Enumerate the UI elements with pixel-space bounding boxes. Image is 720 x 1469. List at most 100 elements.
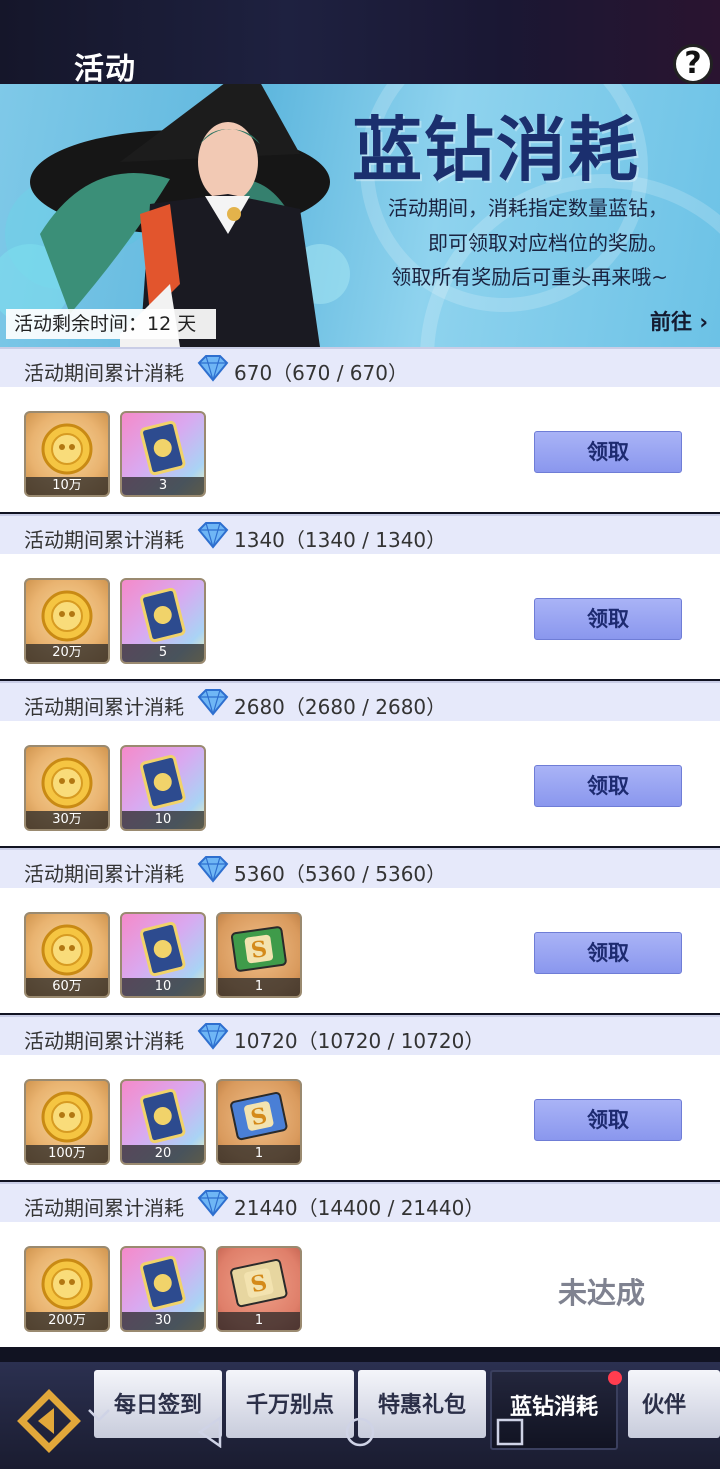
reward-quantity: 20 <box>122 1145 204 1163</box>
card-icon <box>122 914 204 984</box>
reward-tier-card: 活动期间累计消耗 1340（1340 / 1340） 20万 5 领取 <box>0 514 720 679</box>
card-icon <box>122 580 204 650</box>
reward-tier-card: 活动期间累计消耗 670（670 / 670） 10万 3 领取 <box>0 347 720 512</box>
reward-quantity: 20万 <box>26 644 108 662</box>
tab-partner[interactable]: 伙伴 <box>628 1370 720 1438</box>
card-icon <box>122 1081 204 1151</box>
gold-coin-icon <box>26 1248 108 1318</box>
reward-item[interactable]: 30万 <box>24 745 110 831</box>
tier-header: 活动期间累计消耗 2680（2680 / 2680） <box>0 683 720 721</box>
tier-progress: 10720（10720 / 10720） <box>234 1029 485 1053</box>
notification-badge <box>608 1371 622 1385</box>
banner-description-line: 活动期间，消耗指定数量蓝钻， <box>388 196 668 220</box>
reward-item[interactable]: 20 <box>120 1079 206 1165</box>
reward-item[interactable]: S1 <box>216 1246 302 1332</box>
card-icon <box>122 1248 204 1318</box>
blue-diamond-icon <box>197 355 229 382</box>
top-bar: 活动 ? <box>0 0 720 87</box>
reward-quantity: 1 <box>218 1145 300 1163</box>
gold-coin-icon <box>26 580 108 650</box>
claim-button[interactable]: 领取 <box>534 765 682 807</box>
tier-label: 活动期间累计消耗 <box>24 528 184 552</box>
tier-header: 活动期间累计消耗 670（670 / 670） <box>0 349 720 387</box>
tier-header: 活动期间累计消耗 1340（1340 / 1340） <box>0 516 720 554</box>
reward-quantity: 5 <box>122 644 204 662</box>
banner-heading: 蓝钻消耗 <box>352 108 640 191</box>
nav-back-icon[interactable] <box>196 1416 224 1448</box>
card-icon <box>122 747 204 817</box>
reward-item[interactable]: 20万 <box>24 578 110 664</box>
tier-progress: 5360（5360 / 5360） <box>234 862 447 886</box>
character-illustration <box>0 84 350 347</box>
blue-diamond-icon <box>197 1023 229 1050</box>
tier-progress: 2680（2680 / 2680） <box>234 695 447 719</box>
card-icon <box>122 413 204 483</box>
tier-progress: 1340（1340 / 1340） <box>234 528 447 552</box>
blue-diamond-icon <box>197 522 229 549</box>
not-reached-label: 未达成 <box>558 1276 646 1310</box>
gold-coin-icon <box>26 914 108 984</box>
claim-button[interactable]: 领取 <box>534 932 682 974</box>
tier-progress: 21440（14400 / 21440） <box>234 1196 485 1220</box>
reward-tier-card: 活动期间累计消耗 10720（10720 / 10720） 100万 20 S 1 领取 <box>0 1015 720 1180</box>
banner-description-line: 即可领取对应档位的奖励。 <box>428 231 668 255</box>
tab-dont-click[interactable]: 千万别点 <box>226 1370 354 1438</box>
reward-quantity: 100万 <box>26 1145 108 1163</box>
tier-header: 活动期间累计消耗 21440（14400 / 21440） <box>0 1184 720 1222</box>
reward-item[interactable]: 3 <box>120 411 206 497</box>
blue-diamond-icon <box>197 856 229 883</box>
gold-coin-icon <box>26 1081 108 1151</box>
reward-item[interactable]: 5 <box>120 578 206 664</box>
reward-quantity: 30 <box>122 1312 204 1330</box>
reward-quantity: 3 <box>122 477 204 495</box>
claim-button[interactable]: 领取 <box>534 598 682 640</box>
reward-item[interactable]: 100万 <box>24 1079 110 1165</box>
back-icon[interactable] <box>14 1388 84 1454</box>
reward-tier-card: 活动期间累计消耗 21440（14400 / 21440） 200万 30 S 1 未达成 <box>0 1182 720 1347</box>
skill-book-rainbow-icon: S <box>218 1248 300 1318</box>
gold-coin-icon <box>26 747 108 817</box>
tier-progress: 670（670 / 670） <box>234 361 408 385</box>
reward-item[interactable]: 30 <box>120 1246 206 1332</box>
reward-quantity: 60万 <box>26 978 108 996</box>
claim-button[interactable]: 领取 <box>534 1099 682 1141</box>
reward-tier-card: 活动期间累计消耗 2680（2680 / 2680） 30万 10 领取 <box>0 681 720 846</box>
goto-link[interactable]: 前往 › <box>650 306 708 336</box>
reward-quantity: 30万 <box>26 811 108 829</box>
gold-coin-icon <box>26 413 108 483</box>
chevron-down-icon[interactable] <box>86 1400 112 1430</box>
tier-label: 活动期间累计消耗 <box>24 1196 184 1220</box>
event-banner: 蓝钻消耗 活动期间，消耗指定数量蓝钻， 即可领取对应档位的奖励。 领取所有奖励后… <box>0 84 720 347</box>
banner-description-line: 领取所有奖励后可重头再来哦~ <box>391 265 668 289</box>
reward-item[interactable]: 10万 <box>24 411 110 497</box>
reward-item[interactable]: S1 <box>216 1079 302 1165</box>
skill-book-blue-icon: S <box>218 1081 300 1151</box>
blue-diamond-icon <box>197 1190 229 1217</box>
reward-quantity: 1 <box>218 1312 300 1330</box>
tier-label: 活动期间累计消耗 <box>24 361 184 385</box>
claim-button[interactable]: 领取 <box>534 431 682 473</box>
remaining-time: 活动剩余时间：12 天 <box>6 309 216 339</box>
nav-home-icon[interactable] <box>344 1416 376 1448</box>
reward-item[interactable]: 200万 <box>24 1246 110 1332</box>
tab-special-pack[interactable]: 特惠礼包 <box>358 1370 486 1438</box>
reward-item[interactable]: 10 <box>120 745 206 831</box>
tier-label: 活动期间累计消耗 <box>24 695 184 719</box>
nav-recents-icon[interactable] <box>496 1418 524 1446</box>
reward-quantity: 10 <box>122 811 204 829</box>
reward-tier-card: 活动期间累计消耗 5360（5360 / 5360） 60万 10 S 1 领取 <box>0 848 720 1013</box>
tier-label: 活动期间累计消耗 <box>24 862 184 886</box>
chevron-right-icon: › <box>699 310 708 334</box>
reward-item[interactable]: S1 <box>216 912 302 998</box>
reward-quantity: 10 <box>122 978 204 996</box>
reward-item[interactable]: 60万 <box>24 912 110 998</box>
blue-diamond-icon <box>197 689 229 716</box>
help-icon[interactable]: ? <box>673 44 713 84</box>
reward-quantity: 200万 <box>26 1312 108 1330</box>
goto-label: 前往 <box>650 310 692 334</box>
reward-item[interactable]: 10 <box>120 912 206 998</box>
reward-quantity: 10万 <box>26 477 108 495</box>
tier-label: 活动期间累计消耗 <box>24 1029 184 1053</box>
skill-book-green-icon: S <box>218 914 300 984</box>
reward-quantity: 1 <box>218 978 300 996</box>
